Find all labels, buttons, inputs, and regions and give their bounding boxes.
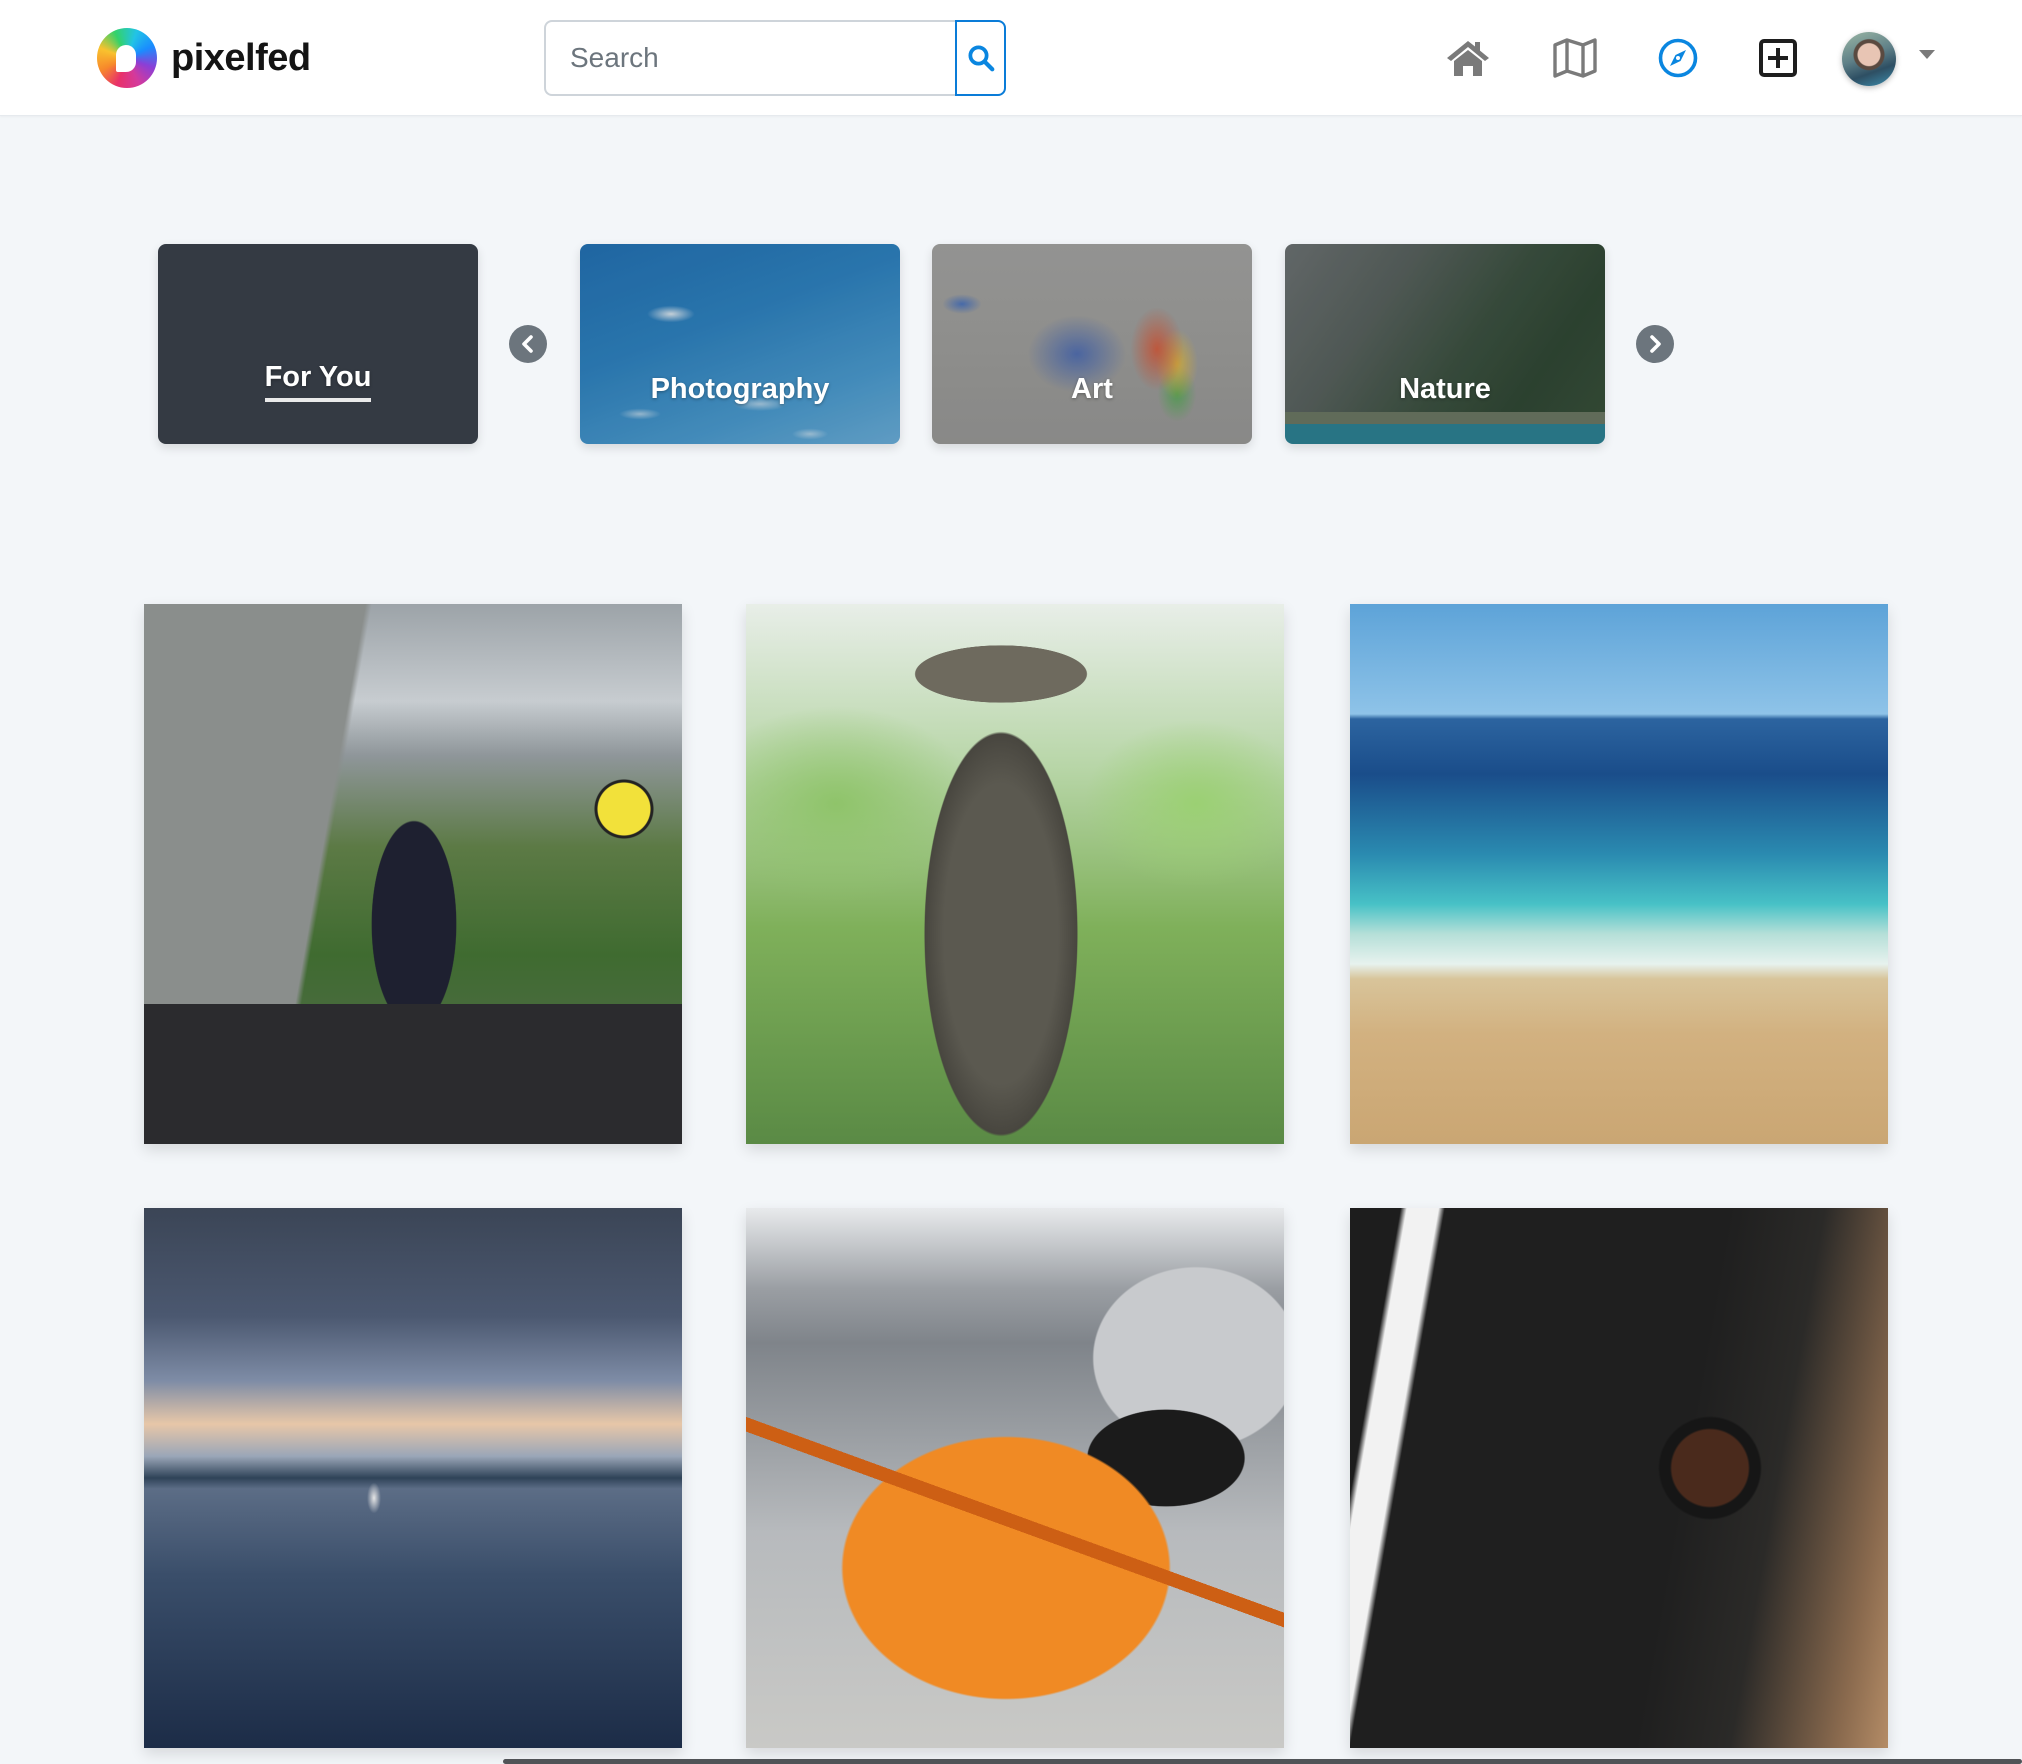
category-label: Nature: [1399, 373, 1491, 405]
chevron-left-icon: [522, 335, 533, 353]
category-for-you[interactable]: For You: [158, 244, 478, 444]
horizontal-scrollbar[interactable]: [503, 1759, 2022, 1764]
top-navbar: pixelfed: [0, 0, 2022, 116]
post-thumbnail[interactable]: [746, 1208, 1284, 1748]
post-thumbnail[interactable]: [746, 604, 1284, 1144]
caret-down-icon[interactable]: [1919, 50, 1935, 59]
brand-name: pixelfed: [171, 36, 311, 79]
map-icon: [1553, 38, 1597, 78]
category-art[interactable]: Art: [932, 244, 1252, 444]
search-button[interactable]: [955, 20, 1006, 96]
nav-map[interactable]: [1547, 30, 1603, 86]
post-thumbnail[interactable]: [1350, 1208, 1888, 1748]
category-label: For You: [264, 361, 372, 402]
pixelfed-logo-icon: [97, 28, 157, 88]
nav-new-post[interactable]: [1750, 30, 1806, 86]
category-photography[interactable]: Photography: [580, 244, 900, 444]
brand-link[interactable]: pixelfed: [97, 28, 311, 88]
post-thumbnail[interactable]: [1350, 604, 1888, 1144]
carousel-next-button[interactable]: [1636, 325, 1674, 363]
avatar[interactable]: [1842, 32, 1896, 86]
category-label: Art: [1071, 373, 1113, 405]
search-icon: [968, 45, 994, 72]
search-form: [544, 20, 1006, 96]
search-input[interactable]: [544, 20, 955, 96]
chevron-right-icon: [1650, 335, 1661, 353]
post-thumbnail[interactable]: [144, 1208, 682, 1748]
nav-home[interactable]: [1440, 30, 1496, 86]
category-nature[interactable]: Nature: [1285, 244, 1605, 444]
carousel-prev-button[interactable]: [509, 325, 547, 363]
plus-square-icon: [1759, 39, 1797, 77]
home-icon: [1447, 41, 1489, 76]
category-label: Photography: [650, 373, 830, 405]
nav-discover[interactable]: [1650, 30, 1706, 86]
compass-icon: [1658, 38, 1698, 78]
post-thumbnail[interactable]: [144, 604, 682, 1144]
